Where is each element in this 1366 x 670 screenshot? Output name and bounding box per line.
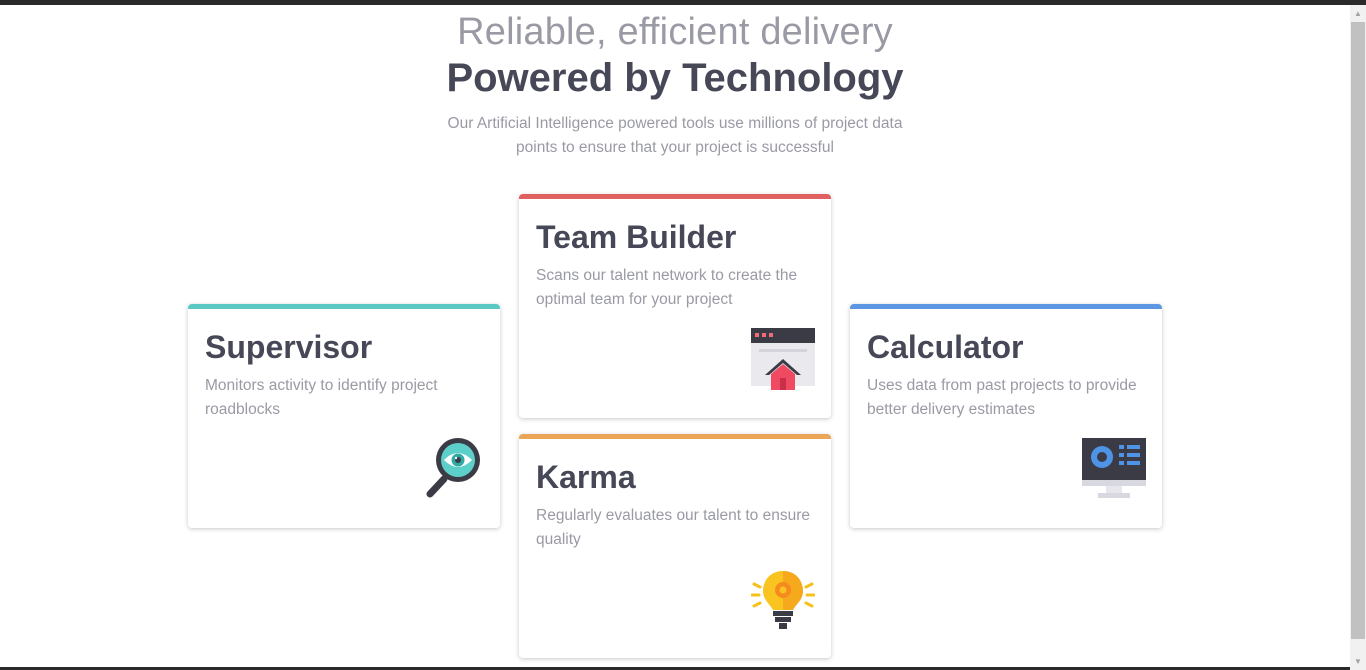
card-title: Team Builder <box>536 219 737 255</box>
card-title: Karma <box>536 459 636 495</box>
window-top-border <box>0 0 1366 5</box>
scroll-down-arrow-icon[interactable]: ▼ <box>1350 653 1366 670</box>
hero-heading: Powered by Technology <box>446 56 904 100</box>
card-description: Regularly evaluates our talent to ensure… <box>536 507 810 548</box>
card-team-builder: Team Builder Scans our talent network to… <box>519 194 831 418</box>
card-karma: Karma Regularly evaluates our talent to … <box>519 434 831 658</box>
card-description: Uses data from past projects to provide … <box>867 377 1137 418</box>
vertical-scrollbar[interactable]: ▲ ▼ <box>1350 5 1366 670</box>
magnifier-eye-icon <box>426 438 480 498</box>
hero-subheading: Reliable, efficient delivery <box>457 11 893 53</box>
card-calculator: Calculator Uses data from past projects … <box>850 304 1162 528</box>
card-description: Monitors activity to identify project ro… <box>205 377 438 418</box>
scroll-up-arrow-icon[interactable]: ▲ <box>1350 5 1366 22</box>
monitor-dashboard-icon <box>1082 438 1146 498</box>
card-supervisor: Supervisor Monitors activity to identify… <box>188 304 500 528</box>
card-title: Supervisor <box>205 329 373 365</box>
card-title: Calculator <box>867 329 1024 365</box>
card-description: Scans our talent network to create the o… <box>536 267 798 308</box>
browser-house-icon <box>751 328 815 390</box>
scrollbar-thumb[interactable] <box>1351 22 1365 639</box>
hero-header: Reliable, efficient delivery Powered by … <box>0 8 1350 160</box>
hero-description: Our Artificial Intelligence powered tool… <box>447 115 903 156</box>
lightbulb-icon <box>751 571 815 629</box>
